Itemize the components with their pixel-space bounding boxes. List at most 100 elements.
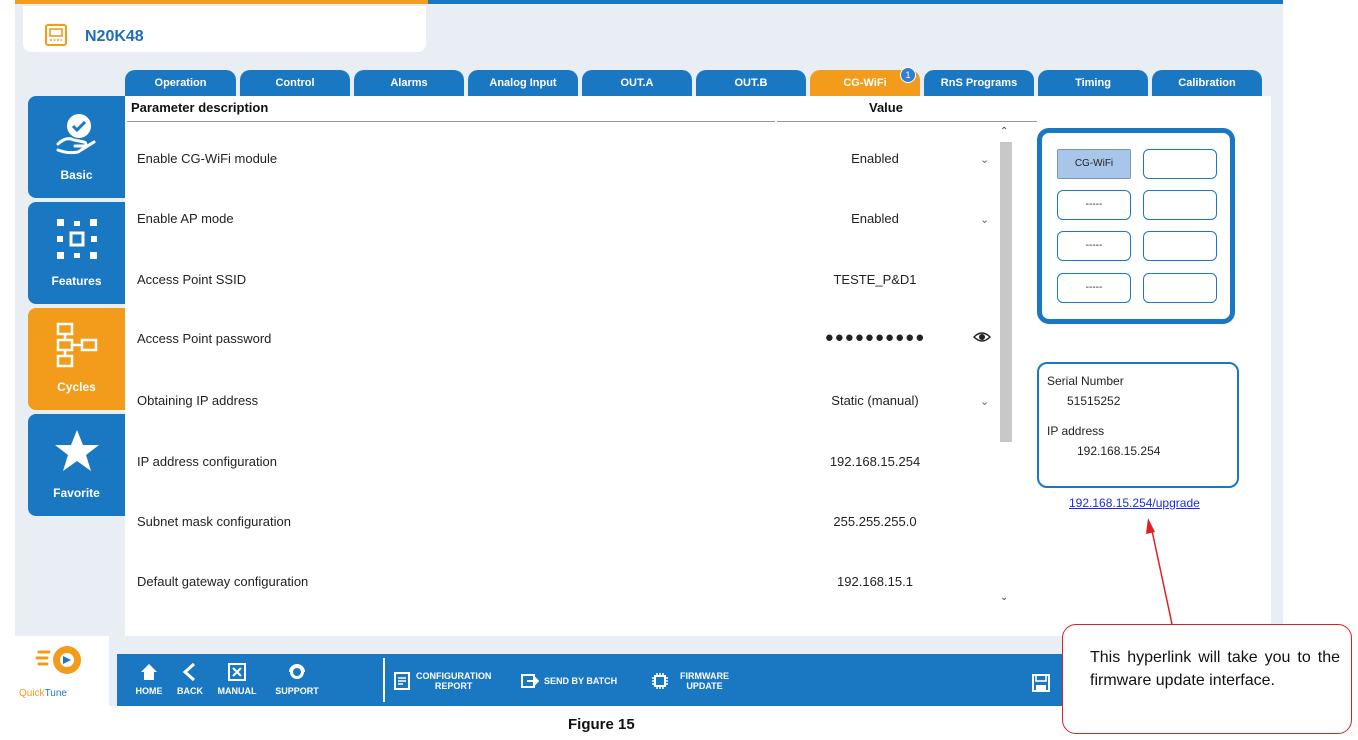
toolbar-label: MANUAL	[217, 686, 257, 696]
support-button[interactable]: SUPPORT	[267, 654, 327, 706]
scroll-thumb[interactable]	[1000, 142, 1012, 442]
toolbar-label: CONFIGURATION REPORT	[416, 671, 491, 691]
tab-calibration[interactable]: Calibration	[1152, 70, 1262, 96]
toolbar-label: SEND BY BATCH	[544, 676, 618, 686]
device-info-panel: Serial Number 51515252 IP address 192.16…	[1037, 362, 1239, 488]
tab-label: OUT.B	[734, 77, 768, 89]
tab-analog-input[interactable]: Analog Input	[468, 70, 578, 96]
tab-label: Calibration	[1178, 77, 1236, 89]
logo-text-tune: Tune	[44, 688, 67, 699]
parameter-description: Subnet mask configuration	[137, 514, 291, 529]
chevron-down-icon[interactable]: ⌄	[980, 153, 989, 166]
table-row: Access Point SSID TESTE_P&D1	[125, 272, 1005, 332]
send-by-batch-button[interactable]: SEND BY BATCH	[521, 668, 617, 694]
tab-label: Alarms	[390, 77, 428, 89]
parameter-description: Enable AP mode	[137, 211, 234, 226]
quicktune-logo-icon	[35, 646, 81, 674]
toolbar-label-line1: FIRMWARE	[680, 671, 729, 681]
nav-cycles[interactable]: Cycles	[28, 308, 125, 410]
parameter-panel: Parameter description Value Enable CG-Wi…	[125, 96, 1271, 636]
tab-label: Analog Input	[489, 77, 557, 89]
scroll-down-icon[interactable]: ⌄	[1000, 592, 1008, 603]
figure-caption: Figure 15	[568, 716, 635, 733]
star-icon	[55, 430, 99, 471]
configuration-report-button[interactable]: CONFIGURATION REPORT	[393, 668, 491, 694]
tab-rns-programs[interactable]: RnS Programs	[924, 70, 1034, 96]
tab-alarms[interactable]: Alarms	[354, 70, 464, 96]
toolbar-label: BACK	[177, 686, 203, 696]
firmware-upgrade-link[interactable]: 192.168.15.254/upgrade	[1069, 496, 1200, 510]
scrollbar[interactable]: ⌃ ⌄	[998, 126, 1012, 604]
chip-icon	[652, 673, 668, 689]
back-arrow-icon	[182, 662, 195, 682]
slot-cell	[1143, 190, 1217, 220]
slot-cell	[1143, 231, 1217, 261]
toolbar-label: FIRMWARE UPDATE	[680, 671, 729, 691]
table-row: Default gateway configuration 192.168.15…	[125, 574, 1005, 634]
scroll-up-icon[interactable]: ⌃	[1000, 126, 1008, 137]
subnet-mask-field[interactable]: 255.255.255.0	[775, 514, 975, 529]
parameter-description: Enable CG-WiFi module	[137, 151, 278, 166]
slot-cell	[1143, 149, 1217, 179]
header-parameter-description: Parameter description	[131, 100, 269, 115]
enable-ap-mode-select[interactable]: Enabled	[775, 211, 975, 226]
nav-favorite[interactable]: Favorite	[28, 414, 125, 516]
tab-label: Control	[275, 77, 315, 89]
tab-out-b[interactable]: OUT.B	[696, 70, 806, 96]
nav-label: Basic	[60, 168, 93, 182]
nav-basic[interactable]: Basic	[28, 96, 125, 198]
home-button[interactable]: HOME	[129, 654, 169, 706]
toolbar-label-line2: REPORT	[434, 681, 473, 691]
features-grid-icon	[57, 219, 97, 259]
nav-label: Cycles	[57, 380, 96, 394]
app-window: N20K48 Operation Control Alarms Analog I…	[15, 0, 1283, 706]
enable-cg-wifi-select[interactable]: Enabled	[775, 151, 975, 166]
tab-out-a[interactable]: OUT.A	[582, 70, 692, 96]
hand-check-icon	[56, 114, 96, 155]
slot-cell	[1143, 273, 1217, 303]
cycles-flow-icon	[56, 322, 98, 368]
annotation-callout: This hyperlink will take you to the firm…	[1062, 624, 1352, 734]
notification-badge: 1	[900, 67, 916, 83]
tab-operation[interactable]: Operation	[125, 70, 236, 96]
ip-address-field[interactable]: 192.168.15.254	[775, 454, 975, 469]
save-icon[interactable]	[1032, 674, 1050, 692]
parameter-description: IP address configuration	[137, 454, 277, 469]
parameter-description: Access Point SSID	[137, 272, 247, 287]
table-row: Obtaining IP address Static (manual) ⌄	[125, 393, 1005, 453]
nav-label: Favorite	[53, 486, 100, 500]
manual-icon	[228, 663, 246, 681]
ap-ssid-field[interactable]: TESTE_P&D1	[775, 272, 975, 287]
nav-features[interactable]: Features	[28, 202, 125, 304]
quicktune-wordmark: QuickTune	[19, 688, 67, 699]
table-header: Parameter description Value	[127, 100, 1037, 122]
tab-label: Operation	[154, 77, 207, 89]
home-icon	[141, 664, 157, 680]
ap-password-field[interactable]: ●●●●●●●●●●	[775, 329, 975, 346]
tab-label: OUT.A	[620, 77, 654, 89]
ip-address-label: IP address	[1047, 424, 1105, 438]
device-icon	[45, 24, 67, 46]
slot-cell: -----	[1057, 190, 1131, 220]
report-icon	[394, 672, 410, 690]
default-gateway-field[interactable]: 192.168.15.1	[775, 574, 975, 589]
tab-timing[interactable]: Timing	[1038, 70, 1148, 96]
firmware-update-button[interactable]: FIRMWARE UPDATE	[651, 668, 729, 694]
parameter-description: Obtaining IP address	[137, 393, 259, 408]
chevron-down-icon[interactable]: ⌄	[980, 395, 989, 408]
obtaining-ip-select[interactable]: Static (manual)	[775, 393, 975, 408]
chevron-down-icon[interactable]: ⌄	[980, 213, 989, 226]
slot-cell: CG-WiFi	[1057, 149, 1131, 179]
tab-cg-wifi[interactable]: CG-WiFi 1	[810, 67, 920, 96]
back-button[interactable]: BACK	[173, 654, 207, 706]
toolbar-divider	[383, 658, 385, 702]
tab-control[interactable]: Control	[240, 70, 350, 96]
callout-text: This hyperlink will take you to the firm…	[1090, 649, 1340, 689]
manual-button[interactable]: MANUAL	[211, 654, 263, 706]
slot-cell: -----	[1057, 231, 1131, 261]
header-divider	[777, 121, 1037, 122]
support-headset-icon	[289, 664, 305, 679]
table-row: Enable CG-WiFi module Enabled ⌄	[125, 151, 1005, 211]
eye-icon[interactable]	[973, 330, 991, 344]
toolbar-label: SUPPORT	[275, 686, 319, 696]
